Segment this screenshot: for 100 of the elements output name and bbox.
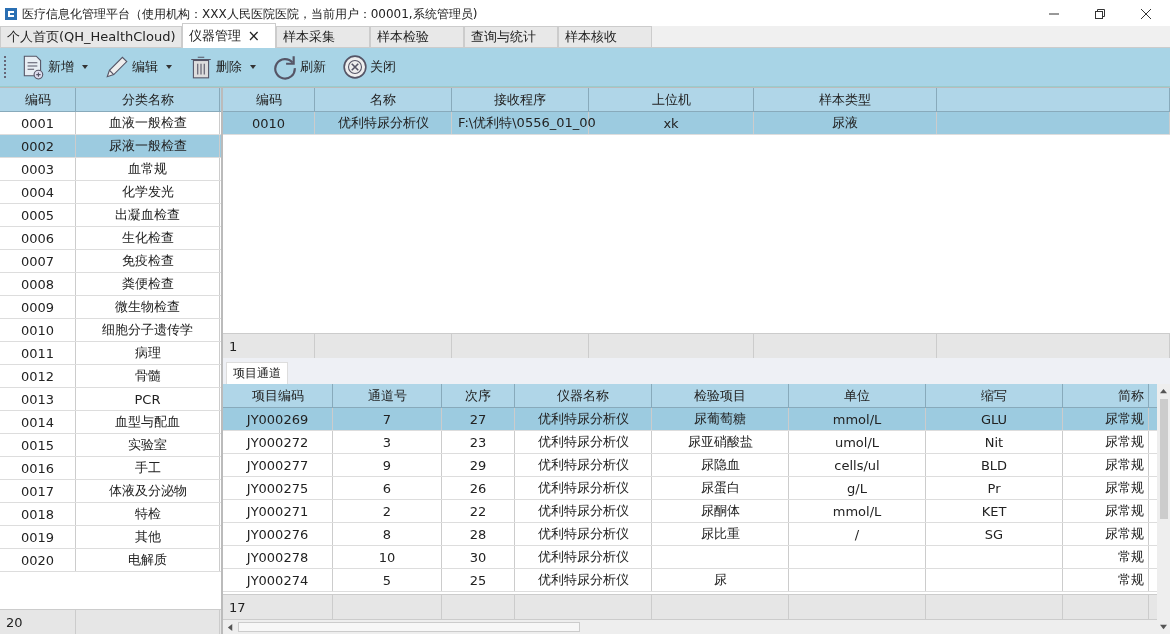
category-row[interactable]: 0018 特检 <box>0 503 221 526</box>
section-tab[interactable]: 项目通道 <box>226 362 288 384</box>
caret-icon <box>166 65 172 69</box>
table-cell: cells/ul <box>834 457 880 473</box>
column-header[interactable]: 仪器名称 <box>515 384 652 407</box>
channel-row[interactable]: JY000276 8 28 优利特尿分析仪 尿比重 / SG 尿常规 <box>223 523 1157 546</box>
table-cell: 尿常规 <box>1105 502 1144 520</box>
category-row[interactable]: 0015 实验室 <box>0 434 221 457</box>
vertical-scrollbar[interactable] <box>1157 384 1170 634</box>
table-cell: mmol/L <box>832 503 882 519</box>
column-header[interactable]: 编码 <box>223 88 315 111</box>
column-header[interactable]: 单位 <box>789 384 926 407</box>
channel-row[interactable]: JY000269 7 27 优利特尿分析仪 尿葡萄糖 mmol/L GLU 尿常规 <box>223 408 1157 431</box>
column-header[interactable]: 名称 <box>315 88 452 111</box>
column-header[interactable]: 上位机 <box>589 88 754 111</box>
column-header[interactable]: 项目编码 <box>223 384 333 407</box>
table-cell: 细胞分子遗传学 <box>102 321 193 339</box>
row-count: 1 <box>229 338 238 354</box>
tab[interactable]: 样本核收 <box>558 26 653 47</box>
category-row[interactable]: 0007 免疫检查 <box>0 250 221 273</box>
table-cell: 血型与配血 <box>115 413 180 431</box>
table-cell: 电解质 <box>128 551 167 569</box>
table-cell: 优利特尿分析仪 <box>337 114 429 132</box>
table-cell: 手工 <box>134 459 161 477</box>
table-cell: JY000269 <box>246 411 309 427</box>
category-row[interactable]: 0017 体液及分泌物 <box>0 480 221 503</box>
row-count: 20 <box>6 614 23 630</box>
trash-icon <box>188 54 214 80</box>
table-cell: 0016 <box>20 460 55 476</box>
channel-row[interactable]: JY000277 9 29 优利特尿分析仪 尿隐血 cells/ul BLD 尿常规 <box>223 454 1157 477</box>
column-header[interactable]: 通道号 <box>333 384 442 407</box>
scroll-left-icon[interactable] <box>227 623 234 631</box>
tab[interactable]: 查询与统计 <box>464 26 559 47</box>
category-row[interactable]: 0012 骨髓 <box>0 365 221 388</box>
column-header[interactable]: 样本类型 <box>754 88 937 111</box>
category-row[interactable]: 0020 电解质 <box>0 549 221 572</box>
table-cell: 尿液 <box>832 114 858 132</box>
category-row[interactable]: 0011 病理 <box>0 342 221 365</box>
table-cell: 8 <box>382 526 392 542</box>
table-cell: 血液一般检查 <box>108 114 187 132</box>
table-cell: 25 <box>469 572 487 588</box>
table-cell: JY000277 <box>246 457 309 473</box>
close-icon[interactable] <box>1140 8 1152 20</box>
table-cell: 22 <box>469 503 487 519</box>
table-cell: 病理 <box>134 344 161 362</box>
table-cell: 0006 <box>20 230 55 246</box>
scroll-down-icon[interactable] <box>1160 623 1167 630</box>
table-cell: GLU <box>980 411 1008 427</box>
category-row[interactable]: 0013 PCR <box>0 388 221 411</box>
category-row[interactable]: 0003 血常规 <box>0 158 221 181</box>
column-header[interactable]: 缩写 <box>926 384 1063 407</box>
table-cell: 常规 <box>1118 571 1144 589</box>
category-row[interactable]: 0005 出凝血检查 <box>0 204 221 227</box>
table-cell: 尿亚硝酸盐 <box>687 433 753 451</box>
category-row[interactable]: 0014 血型与配血 <box>0 411 221 434</box>
channel-row[interactable]: JY000274 5 25 优利特尿分析仪 尿 常规 <box>223 569 1157 592</box>
table-cell: 粪便检查 <box>121 275 174 293</box>
toolbar-button[interactable]: 新增 <box>16 52 92 82</box>
horizontal-scrollbar[interactable] <box>223 619 1157 634</box>
category-row[interactable]: 0006 生化检查 <box>0 227 221 250</box>
table-cell: 0011 <box>20 345 55 361</box>
table-cell: 0009 <box>20 299 55 315</box>
column-header[interactable]: 编码 <box>0 88 76 111</box>
restore-icon[interactable] <box>1094 8 1106 20</box>
table-cell: F:\优利特\0556_01_00 <box>458 114 596 132</box>
category-row[interactable]: 0009 微生物检查 <box>0 296 221 319</box>
column-header[interactable]: 次序 <box>442 384 515 407</box>
channel-row[interactable]: JY000272 3 23 优利特尿分析仪 尿亚硝酸盐 umol/L Nit 尿常规 <box>223 431 1157 454</box>
category-row[interactable]: 0002 尿液一般检查 <box>0 135 221 158</box>
tab-close-button[interactable]: × <box>247 27 261 45</box>
category-row[interactable]: 0016 手工 <box>0 457 221 480</box>
toolbar-button[interactable]: 刷新 <box>268 52 330 82</box>
tab[interactable]: 个人首页(QH_HealthCloud) <box>0 26 183 47</box>
channel-row[interactable]: JY000275 6 26 优利特尿分析仪 尿蛋白 g/L Pr 尿常规 <box>223 477 1157 500</box>
tab[interactable]: 样本采集 <box>276 26 371 47</box>
instrument-row[interactable]: 0010 优利特尿分析仪 F:\优利特\0556_01_00 xk 尿液 <box>223 112 1170 135</box>
table-cell: 0012 <box>20 368 55 384</box>
table-cell: SG <box>984 526 1004 542</box>
category-row[interactable]: 0010 细胞分子遗传学 <box>0 319 221 342</box>
column-header[interactable]: 检验项目 <box>652 384 789 407</box>
scroll-up-icon[interactable] <box>1160 388 1167 395</box>
column-header[interactable]: 分类名称 <box>76 88 220 111</box>
category-row[interactable]: 0008 粪便检查 <box>0 273 221 296</box>
tab[interactable]: 仪器管理 × <box>182 23 277 48</box>
table-cell: JY000278 <box>246 549 309 565</box>
channel-row[interactable]: JY000278 10 30 优利特尿分析仪 常规 <box>223 546 1157 569</box>
toolbar-button[interactable]: 删除 <box>184 52 260 82</box>
table-cell: 7 <box>382 411 392 427</box>
table-cell: xk <box>663 115 679 131</box>
toolbar-button[interactable]: 关闭 <box>338 52 400 82</box>
table-cell: 尿蛋白 <box>700 479 740 497</box>
channel-row[interactable]: JY000271 2 22 优利特尿分析仪 尿酮体 mmol/L KET 尿常规 <box>223 500 1157 523</box>
column-header[interactable]: 简称 <box>1063 384 1149 407</box>
category-row[interactable]: 0019 其他 <box>0 526 221 549</box>
toolbar-button[interactable]: 编辑 <box>100 52 176 82</box>
column-header[interactable]: 接收程序 <box>452 88 589 111</box>
tab[interactable]: 样本检验 <box>370 26 465 47</box>
category-row[interactable]: 0004 化学发光 <box>0 181 221 204</box>
table-cell: 5 <box>382 572 392 588</box>
table-cell: 优利特尿分析仪 <box>537 456 629 474</box>
